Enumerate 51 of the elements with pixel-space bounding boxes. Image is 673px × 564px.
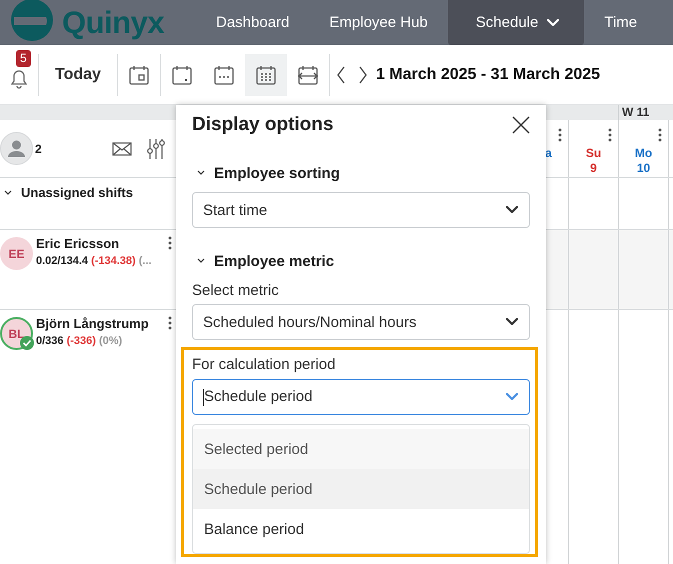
calendar-day-icon	[128, 64, 149, 84]
chevron-right-icon	[358, 66, 368, 84]
today-button[interactable]: Today	[39, 66, 117, 84]
dropdown-option[interactable]: Schedule period	[193, 469, 529, 509]
mail-icon[interactable]	[112, 142, 132, 156]
dialog-title: Display options	[192, 114, 334, 136]
employee-metric: 0.02/134.4 (-134.38) (...	[36, 255, 153, 267]
employee-name: Eric Ericsson	[36, 236, 120, 251]
more-icon[interactable]	[168, 316, 172, 330]
avatar: EE	[0, 237, 33, 270]
section-title: Employee sorting	[214, 164, 340, 182]
nav-tab[interactable]: Schedule	[448, 0, 584, 45]
calendar-range-icon	[298, 64, 318, 84]
more-icon[interactable]	[608, 128, 612, 142]
employee-name: Björn Långstrump	[36, 316, 150, 331]
day-label: Mo	[634, 146, 652, 161]
date-label: 9	[590, 161, 597, 176]
date-label: 10	[636, 161, 650, 176]
section-title: Employee metric	[214, 252, 334, 270]
nav-tab[interactable]: Employee Hub	[309, 0, 448, 45]
calendar-month-icon	[256, 64, 276, 84]
avatar-icon	[0, 132, 33, 165]
day-label: a	[544, 146, 552, 161]
select-field[interactable]: Start time	[192, 192, 530, 228]
view-button[interactable]	[244, 54, 287, 96]
field-label: For calculation period	[192, 355, 336, 375]
week-label: W 11	[618, 105, 673, 120]
check-badge-icon	[20, 336, 34, 350]
field-label: Select metric	[192, 281, 280, 301]
bell-icon[interactable]	[10, 68, 28, 88]
more-icon[interactable]	[168, 236, 172, 250]
notification-badge: 5	[16, 50, 31, 66]
select-field[interactable]: Scheduled hours/Nominal hours	[192, 304, 530, 340]
chevron-left-icon	[336, 66, 346, 84]
close-icon	[512, 116, 530, 134]
select-field[interactable]: Schedule period	[192, 379, 530, 415]
group-label: Unassigned shifts	[21, 185, 133, 200]
nav-tab[interactable]: Time	[584, 0, 658, 45]
dropdown-option[interactable]: Selected period	[193, 429, 529, 469]
day-label: Su	[586, 146, 602, 161]
calendar-icon	[172, 64, 192, 84]
nav-tab[interactable]: Dashboard	[196, 0, 310, 45]
sliders-icon[interactable]	[146, 138, 166, 160]
logo-text: Quinyx	[62, 4, 164, 40]
more-icon[interactable]	[658, 128, 662, 142]
calendar-week-icon	[214, 64, 234, 84]
close-button[interactable]	[512, 116, 530, 134]
employee-metric: 0/336 (-336) (0%)	[36, 335, 124, 347]
date-range: 1 March 2025 - 31 March 2025	[376, 66, 600, 84]
headcount: 2	[35, 142, 43, 156]
more-icon[interactable]	[558, 128, 562, 142]
